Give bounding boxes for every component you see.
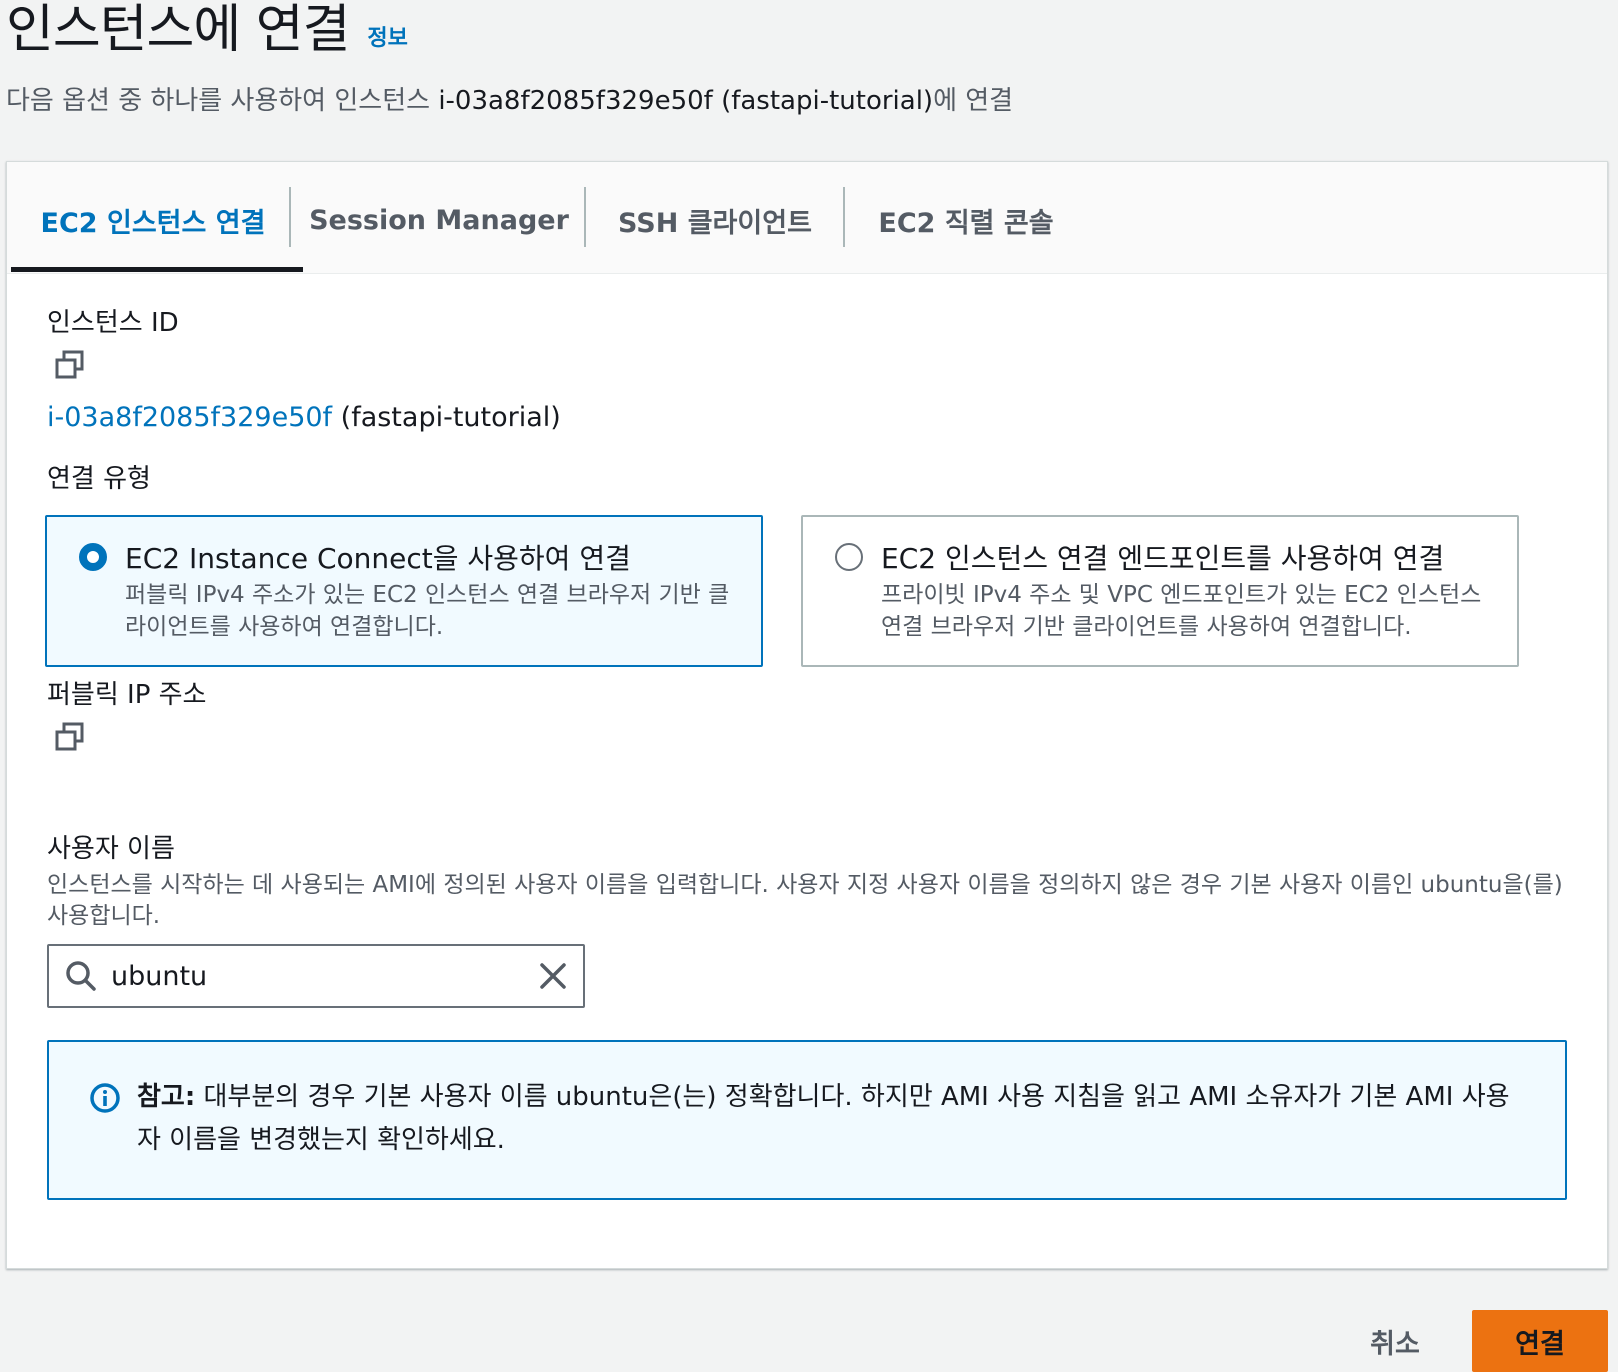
copy-icon[interactable] [53, 348, 87, 382]
active-tab-indicator [11, 267, 303, 272]
tab-ec2-instance-connect[interactable]: EC2 인스턴스 연결 [11, 190, 295, 250]
alert-strong: 참고: [137, 1082, 196, 1112]
option-instance-connect-endpoint[interactable]: EC2 인스턴스 연결 엔드포인트를 사용하여 연결 프라이빗 IPv4 주소 … [801, 515, 1519, 667]
instance-id-value: i-03a8f2085f329e50f (fastapi-tutorial) [47, 402, 561, 433]
page-title: 인스턴스에 연결 [6, 0, 350, 60]
username-input-box [47, 944, 585, 1008]
page-subtitle: 다음 옵션 중 하나를 사용하여 인스턴스 i-03a8f2085f329e50… [6, 80, 1013, 117]
username-input[interactable] [111, 954, 511, 998]
public-ip-label: 퍼블릭 IP 주소 [47, 680, 207, 710]
connect-button[interactable]: 연결 [1472, 1310, 1608, 1372]
close-icon[interactable] [537, 960, 569, 992]
radio-button-selected[interactable] [79, 543, 107, 571]
instance-id-link[interactable]: i-03a8f2085f329e50f [47, 402, 332, 433]
search-icon [66, 961, 96, 991]
instance-name: (fastapi-tutorial) [340, 402, 561, 433]
info-icon [90, 1083, 120, 1113]
tab-ec2-serial-console[interactable]: EC2 직렬 콘솔 [845, 190, 1087, 250]
tab-ssh-client[interactable]: SSH 클라이언트 [586, 190, 844, 250]
copy-icon[interactable] [53, 720, 87, 754]
connect-panel: EC2 인스턴스 연결 Session Manager SSH 클라이언트 EC… [6, 161, 1608, 1269]
connection-type-label: 연결 유형 [47, 464, 151, 494]
username-label: 사용자 이름 [47, 834, 175, 864]
option-description: 프라이빗 IPv4 주소 및 VPC 엔드포인트가 있는 EC2 인스턴스 연결… [881, 582, 1482, 640]
alert-body: 대부분의 경우 기본 사용자 이름 ubuntu은(는) 정확합니다. 하지만 … [137, 1082, 1510, 1155]
page: 인스턴스에 연결 정보 다음 옵션 중 하나를 사용하여 인스턴스 i-03a8… [0, 0, 1618, 1372]
option-ec2-instance-connect[interactable]: EC2 Instance Connect을 사용하여 연결 퍼블릭 IPv4 주… [45, 515, 763, 667]
option-description: 퍼블릭 IPv4 주소가 있는 EC2 인스턴스 연결 브라우저 기반 클라이언… [125, 582, 730, 640]
instance-id-label: 인스턴스 ID [47, 308, 179, 338]
tab-session-manager[interactable]: Session Manager [291, 190, 587, 250]
info-link[interactable]: 정보 [367, 20, 407, 52]
option-title: EC2 인스턴스 연결 엔드포인트를 사용하여 연결 [881, 542, 1445, 575]
alert-message: 참고: 대부분의 경우 기본 사용자 이름 ubuntu은(는) 정확합니다. … [137, 1076, 1525, 1162]
radio-button[interactable] [835, 543, 863, 571]
option-title: EC2 Instance Connect을 사용하여 연결 [125, 542, 631, 575]
subtitle-prefix: 다음 옵션 중 하나를 사용하여 인스턴스 [6, 86, 439, 116]
subtitle-instance: i-03a8f2085f329e50f (fastapi-tutorial) [438, 86, 934, 116]
title-row: 인스턴스에 연결 정보 [6, 0, 408, 60]
cancel-button[interactable]: 취소 [1340, 1310, 1450, 1372]
tab-bar: EC2 인스턴스 연결 Session Manager SSH 클라이언트 EC… [7, 162, 1607, 274]
username-help-text: 인스턴스를 시작하는 데 사용되는 AMI에 정의된 사용자 이름을 입력합니다… [47, 872, 1563, 929]
info-alert: 참고: 대부분의 경우 기본 사용자 이름 ubuntu은(는) 정확합니다. … [47, 1040, 1567, 1200]
subtitle-suffix: 에 연결 [933, 86, 1014, 116]
